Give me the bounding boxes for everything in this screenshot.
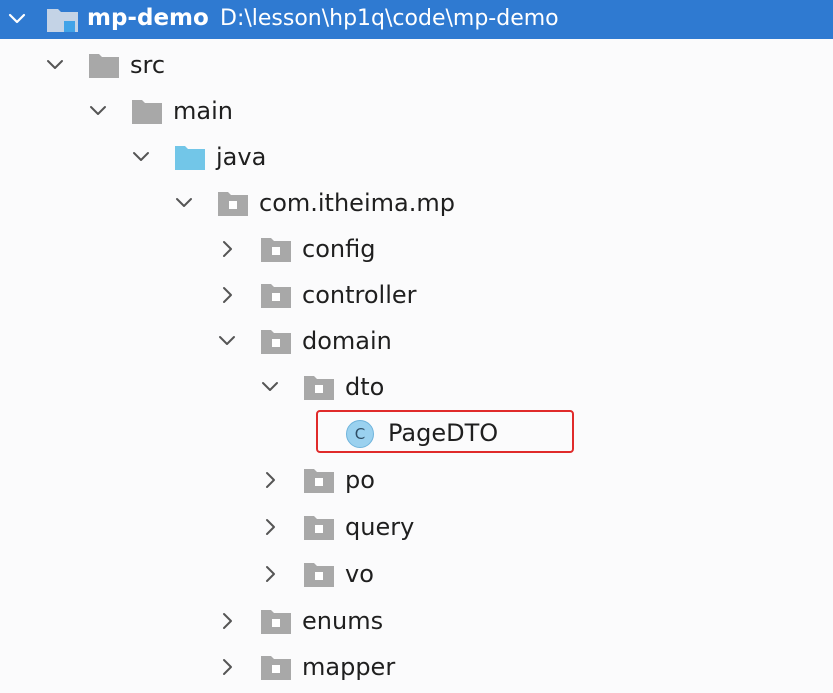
chevron-right-icon[interactable] <box>214 282 240 308</box>
package-icon <box>303 373 335 405</box>
tree-label-controller: controller <box>302 281 417 309</box>
tree-row-domain[interactable]: domain <box>0 318 833 364</box>
tree-label-java: java <box>216 143 267 171</box>
tree-label-package: com.itheima.mp <box>259 189 455 217</box>
package-icon <box>303 560 335 592</box>
tree-label-dto: dto <box>345 373 385 401</box>
chevron-down-icon[interactable] <box>42 52 68 78</box>
tree-row-dto[interactable]: dto <box>0 364 833 410</box>
chevron-down-icon[interactable] <box>171 190 197 216</box>
package-icon <box>260 327 292 359</box>
chevron-right-icon[interactable] <box>214 608 240 634</box>
chevron-down-icon[interactable] <box>85 98 111 124</box>
module-name: mp-demo <box>87 5 209 31</box>
package-icon <box>217 189 249 221</box>
module-path: D:\lesson\hp1q\code\mp-demo <box>220 6 559 31</box>
tree-row-vo[interactable]: vo <box>0 551 833 597</box>
package-icon <box>260 607 292 639</box>
package-icon <box>260 653 292 685</box>
chevron-right-icon[interactable] <box>214 654 240 680</box>
chevron-down-icon[interactable] <box>214 328 240 354</box>
folder-icon <box>88 51 120 83</box>
tree-label-main: main <box>173 97 233 125</box>
highlight-box <box>316 410 574 453</box>
package-icon <box>260 281 292 313</box>
project-tree: mp-demo D:\lesson\hp1q\code\mp-demo src … <box>0 0 833 693</box>
source-root-folder-icon <box>174 143 206 175</box>
tree-row-enums[interactable]: enums <box>0 598 833 644</box>
chevron-down-icon[interactable] <box>4 6 30 32</box>
chevron-down-icon[interactable] <box>257 374 283 400</box>
chevron-right-icon[interactable] <box>257 467 283 493</box>
folder-icon <box>131 97 163 129</box>
tree-row-java[interactable]: java <box>0 134 833 180</box>
tree-row-query[interactable]: query <box>0 504 833 550</box>
chevron-right-icon[interactable] <box>214 236 240 262</box>
package-icon <box>260 235 292 267</box>
package-icon <box>303 513 335 545</box>
tree-label-query: query <box>345 513 415 541</box>
tree-label-domain: domain <box>302 327 392 355</box>
tree-label-src: src <box>130 51 166 79</box>
tree-row-package[interactable]: com.itheima.mp <box>0 180 833 226</box>
tree-label-mapper: mapper <box>302 653 396 681</box>
chevron-down-icon[interactable] <box>128 144 154 170</box>
tree-row-src[interactable]: src <box>0 42 833 88</box>
tree-label-vo: vo <box>345 560 374 588</box>
chevron-right-icon[interactable] <box>257 514 283 540</box>
tree-label-enums: enums <box>302 607 384 635</box>
tree-row-mapper[interactable]: mapper <box>0 644 833 690</box>
tree-row-controller[interactable]: controller <box>0 272 833 318</box>
tree-row-config[interactable]: config <box>0 226 833 272</box>
chevron-right-icon[interactable] <box>257 561 283 587</box>
tree-row-mp-demo[interactable]: mp-demo D:\lesson\hp1q\code\mp-demo <box>0 0 833 39</box>
tree-label-config: config <box>302 235 376 263</box>
module-folder-icon <box>46 5 80 39</box>
tree-row-main[interactable]: main <box>0 88 833 134</box>
tree-label-po: po <box>345 466 375 494</box>
tree-row-po[interactable]: po <box>0 457 833 503</box>
package-icon <box>303 466 335 498</box>
